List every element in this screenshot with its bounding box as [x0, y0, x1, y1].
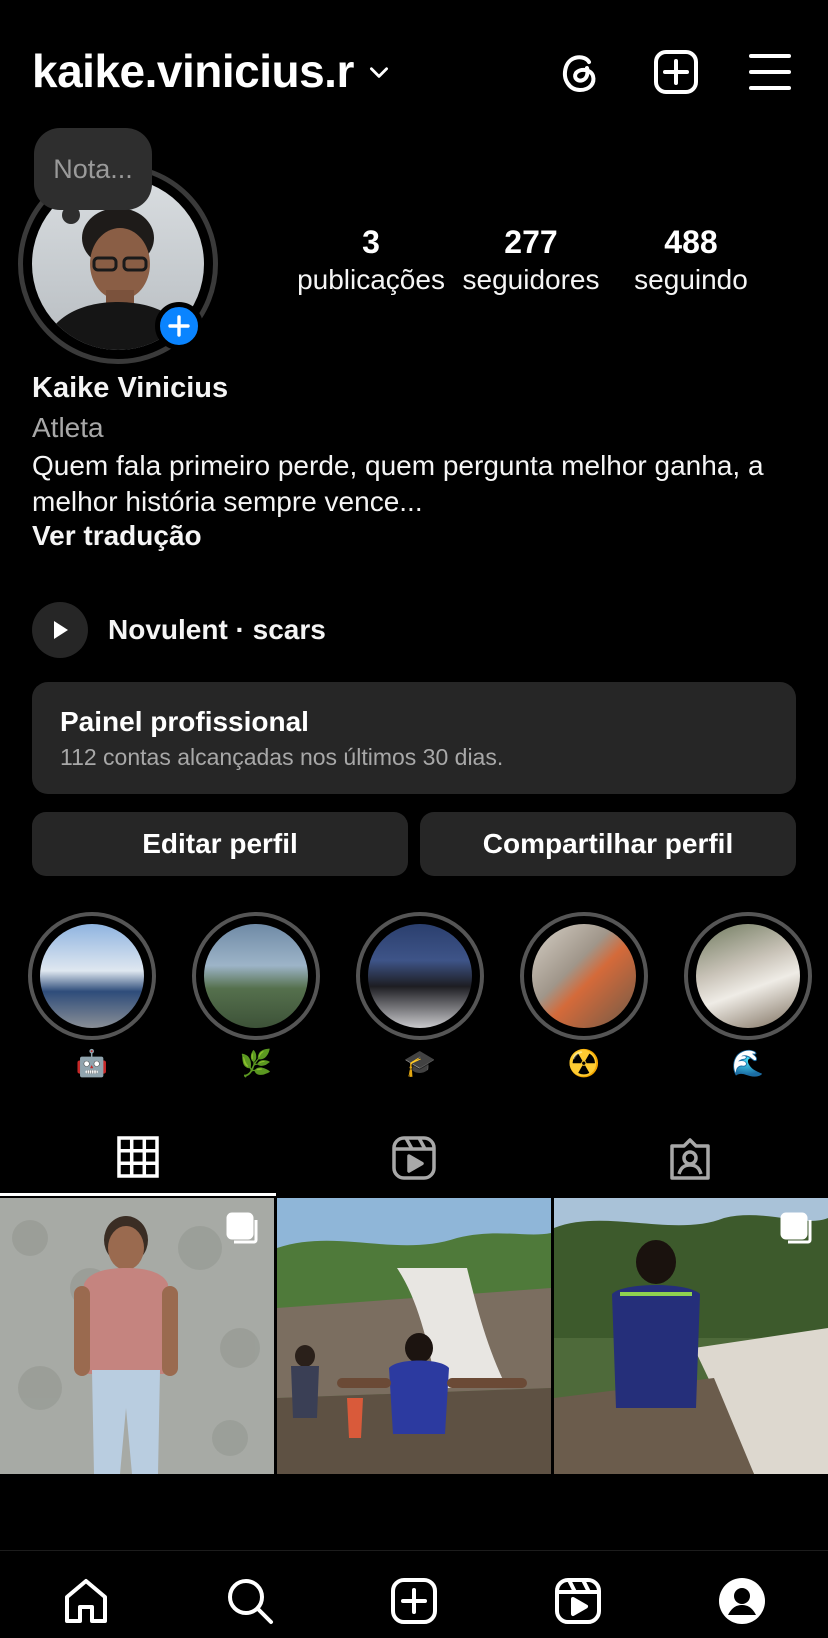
- dashboard-subtitle: 112 contas alcançadas nos últimos 30 dia…: [60, 744, 504, 770]
- tab-grid[interactable]: [0, 1120, 276, 1196]
- stat-value: 488: [664, 224, 718, 260]
- tab-tagged[interactable]: [552, 1120, 828, 1196]
- highlight-emoji: ☢️: [567, 1048, 601, 1078]
- share-profile-button[interactable]: Compartilhar perfil: [420, 812, 796, 876]
- highlight-emoji: 🎓: [403, 1048, 437, 1078]
- highlight-cover: [532, 924, 636, 1028]
- reels-icon: [392, 1136, 436, 1180]
- stat-posts[interactable]: 3 publicações: [296, 222, 446, 298]
- create-icon[interactable]: [390, 1577, 438, 1625]
- post-thumbnail[interactable]: [277, 1198, 551, 1474]
- menu-icon[interactable]: [748, 48, 796, 96]
- reels-icon[interactable]: [554, 1577, 602, 1625]
- search-icon[interactable]: [226, 1577, 274, 1625]
- stat-label: publicações: [297, 264, 445, 295]
- chevron-down-icon[interactable]: [366, 59, 392, 90]
- post-thumbnail[interactable]: [0, 1198, 274, 1474]
- post-thumbnail[interactable]: [554, 1198, 828, 1474]
- play-icon: [54, 621, 68, 639]
- highlight-item[interactable]: ☢️: [520, 912, 648, 1080]
- stat-following[interactable]: 488 seguindo: [616, 222, 766, 298]
- create-icon[interactable]: [652, 48, 700, 96]
- stat-label: seguindo: [634, 264, 748, 295]
- profile-icon[interactable]: [718, 1577, 766, 1625]
- bottom-nav: [0, 1550, 828, 1638]
- highlight-item[interactable]: 🌊: [684, 912, 812, 1080]
- stat-value: 277: [504, 224, 558, 260]
- profile-music[interactable]: Novulent · scars: [32, 602, 326, 658]
- highlight-item[interactable]: 🎓: [356, 912, 484, 1080]
- music-title: Novulent · scars: [108, 614, 326, 645]
- home-icon[interactable]: [62, 1577, 110, 1625]
- tab-reels[interactable]: [276, 1120, 552, 1196]
- category-label: Atleta: [32, 412, 104, 443]
- plus-icon: [168, 315, 190, 337]
- play-button[interactable]: [32, 602, 88, 658]
- carousel-icon: [780, 1212, 814, 1251]
- stat-label: seguidores: [462, 264, 600, 295]
- highlight-emoji: 🌿: [239, 1048, 273, 1078]
- highlight-item[interactable]: 🤖: [28, 912, 156, 1080]
- highlight-emoji: 🌊: [731, 1048, 765, 1078]
- threads-icon[interactable]: [556, 48, 604, 96]
- top-bar: kaike.vinicius.r: [0, 0, 828, 130]
- username[interactable]: kaike.vinicius.r: [32, 44, 354, 98]
- highlight-ring: [520, 912, 648, 1040]
- highlight-cover: [204, 924, 308, 1028]
- professional-dashboard-card[interactable]: Painel profissional 112 contas alcançada…: [32, 682, 796, 794]
- highlight-cover: [40, 924, 144, 1028]
- tagged-icon: [670, 1138, 710, 1180]
- dashboard-title: Painel profissional: [60, 706, 309, 737]
- profile-tabs: [0, 1120, 828, 1196]
- edit-profile-button[interactable]: Editar perfil: [32, 812, 408, 876]
- note-bubble-tail: [62, 206, 80, 224]
- bio-text: Quem fala primeiro perde, quem pergunta …: [32, 450, 764, 517]
- highlight-cover: [696, 924, 800, 1028]
- full-name: Kaike Vinicius: [32, 372, 229, 404]
- highlight-ring: [356, 912, 484, 1040]
- highlight-cover: [368, 924, 472, 1028]
- grid-icon: [117, 1135, 159, 1178]
- post-grid: [0, 1198, 828, 1474]
- highlight-ring: [684, 912, 812, 1040]
- highlight-emoji: 🤖: [75, 1048, 109, 1078]
- account-switcher[interactable]: kaike.vinicius.r: [32, 44, 392, 98]
- highlight-ring: [192, 912, 320, 1040]
- add-story-button[interactable]: [155, 302, 203, 350]
- highlight-ring: [28, 912, 156, 1040]
- carousel-icon: [226, 1212, 260, 1251]
- stat-followers[interactable]: 277 seguidores: [456, 222, 606, 298]
- highlight-item[interactable]: 🌿: [192, 912, 320, 1080]
- note-bubble[interactable]: Nota...: [34, 128, 152, 210]
- stat-value: 3: [362, 224, 380, 260]
- see-translation-link[interactable]: Ver tradução: [32, 520, 202, 552]
